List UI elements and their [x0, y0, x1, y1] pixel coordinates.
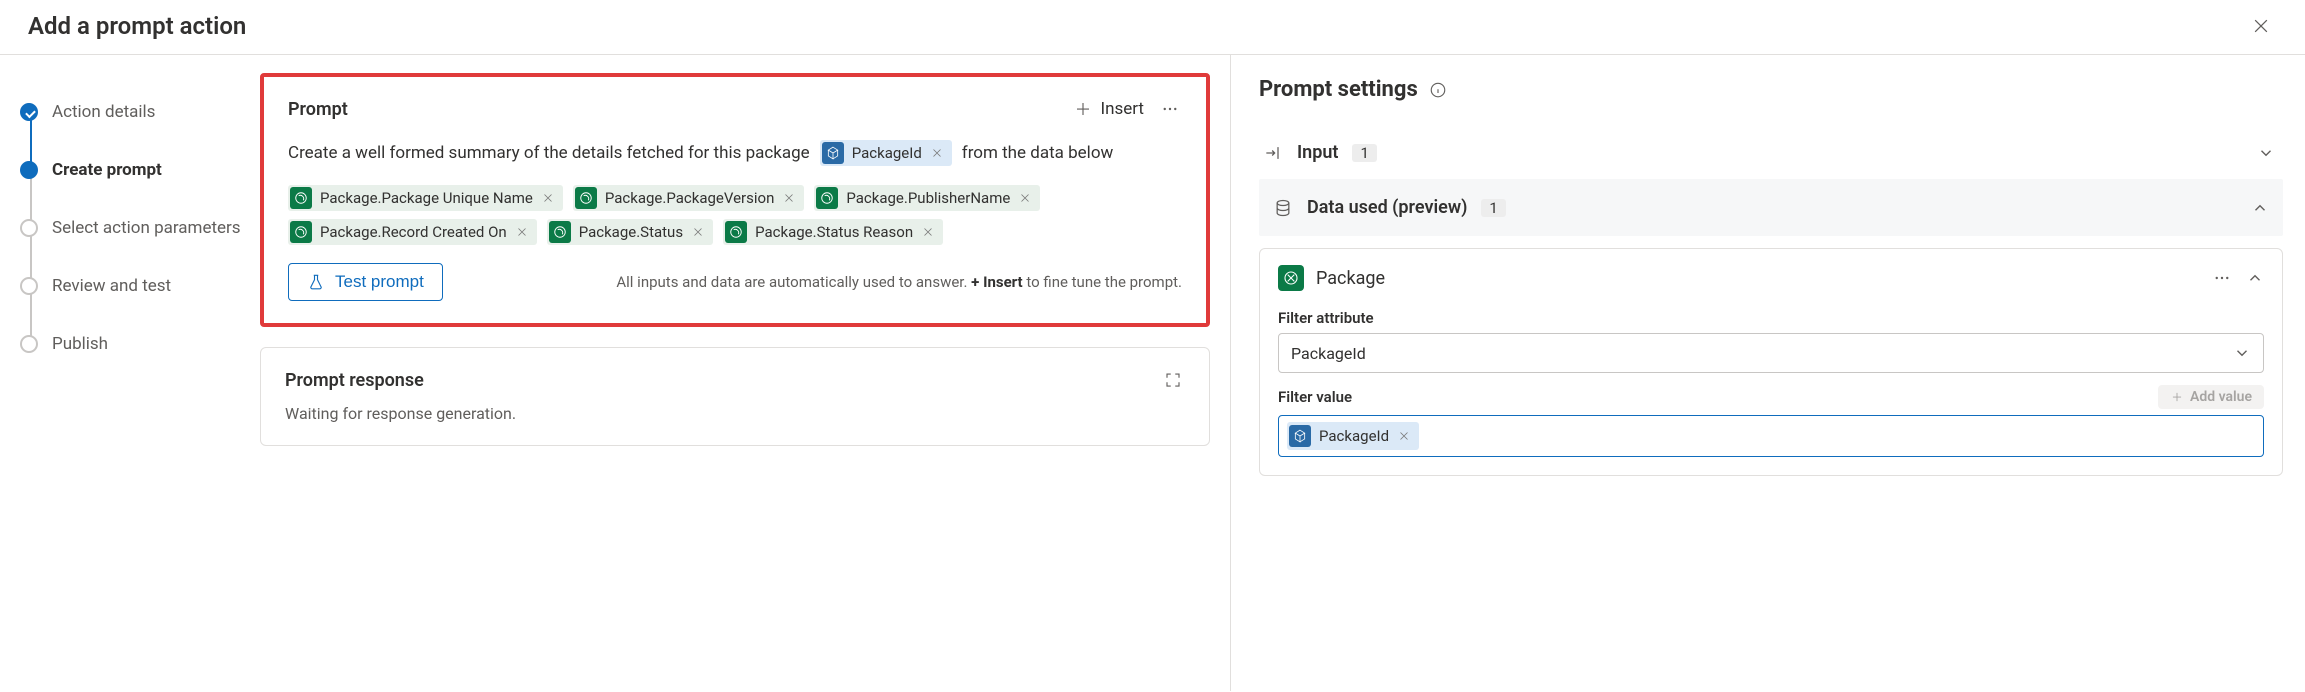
step-indicator-icon: [20, 161, 38, 179]
expand-icon: [1164, 371, 1182, 389]
step-label: Create prompt: [52, 160, 162, 180]
chevron-up-icon[interactable]: [2246, 269, 2264, 287]
expand-button[interactable]: [1161, 368, 1185, 392]
token-label: PackageId: [1319, 427, 1389, 445]
cube-icon: [1293, 429, 1307, 443]
prompt-more-button[interactable]: [1158, 97, 1182, 121]
test-prompt-label: Test prompt: [335, 272, 424, 292]
token-remove-icon[interactable]: [515, 225, 529, 239]
close-icon: [2251, 16, 2271, 36]
table-icon: [1278, 265, 1304, 291]
swirl-icon: [579, 191, 593, 205]
wizard-steps: Action details Create prompt Select action…: [0, 55, 260, 691]
token-label: Package.Package Unique Name: [320, 182, 533, 214]
step-label: Publish: [52, 334, 108, 354]
prompt-body[interactable]: Create a well formed summary of the deta…: [288, 137, 1182, 245]
step-label: Action details: [52, 102, 155, 122]
data-token[interactable]: Package.PublisherName: [814, 185, 1040, 211]
token-label: Package.PublisherName: [846, 182, 1010, 214]
chevron-down-icon: [2233, 344, 2251, 362]
step-indicator-icon: [20, 219, 38, 237]
filter-attribute-label: Filter attribute: [1278, 309, 2264, 327]
input-count: 1: [1352, 144, 1376, 162]
wizard-step[interactable]: Action details: [20, 83, 244, 141]
token-remove-icon[interactable]: [930, 146, 944, 160]
token-label: Package.Record Created On: [320, 216, 507, 248]
wizard-step[interactable]: Publish: [20, 315, 244, 373]
cube-icon: [826, 146, 840, 160]
data-source-more-button[interactable]: [2210, 266, 2234, 290]
data-token[interactable]: Package.PackageVersion: [573, 185, 805, 211]
chevron-down-icon: [2257, 144, 2275, 162]
data-token[interactable]: Package.Package Unique Name: [288, 185, 563, 211]
data-token[interactable]: Package.Record Created On: [288, 219, 537, 245]
database-icon: [1273, 198, 1293, 218]
token-label: Package.Status: [579, 216, 683, 248]
data-used-count: 1: [1481, 199, 1505, 217]
wizard-step[interactable]: Select action parameters: [20, 199, 244, 257]
step-label: Review and test: [52, 276, 171, 296]
swirl-icon: [820, 191, 834, 205]
swirl-icon: [294, 225, 308, 239]
prompt-text: from the data below: [962, 137, 1114, 169]
input-accordion[interactable]: Input 1: [1259, 126, 2283, 179]
token-remove-icon[interactable]: [921, 225, 935, 239]
prompt-card-title: Prompt: [288, 99, 348, 120]
token-remove-icon[interactable]: [782, 191, 796, 205]
response-body: Waiting for response generation.: [285, 404, 1185, 423]
test-prompt-button[interactable]: Test prompt: [288, 263, 443, 301]
filter-attribute-select[interactable]: PackageId: [1278, 333, 2264, 373]
swirl-icon: [294, 191, 308, 205]
step-indicator-icon: [20, 103, 38, 121]
prompt-hint: All inputs and data are automatically us…: [616, 273, 1182, 291]
data-token[interactable]: Package.Status Reason: [723, 219, 943, 245]
token-remove-icon[interactable]: [1397, 429, 1411, 443]
data-token[interactable]: Package.Status: [547, 219, 713, 245]
wizard-step[interactable]: Create prompt: [20, 141, 244, 199]
prompt-settings-panel: Prompt settings Input 1 Data used (previ…: [1230, 55, 2305, 691]
token-label: PackageId: [852, 137, 922, 169]
wizard-step[interactable]: Review and test: [20, 257, 244, 315]
prompt-response-card: Prompt response Waiting for response gen…: [260, 347, 1210, 446]
filter-value-input[interactable]: PackageId: [1278, 415, 2264, 457]
step-indicator-icon: [20, 335, 38, 353]
response-title: Prompt response: [285, 370, 424, 391]
insert-button[interactable]: Insert: [1074, 99, 1144, 119]
swirl-icon: [553, 225, 567, 239]
step-indicator-icon: [20, 277, 38, 295]
close-button[interactable]: [2245, 10, 2277, 42]
plus-icon: [2170, 390, 2184, 404]
token-remove-icon[interactable]: [691, 225, 705, 239]
input-icon: [1263, 143, 1283, 163]
step-label: Select action parameters: [52, 218, 241, 238]
token-label: Package.Status Reason: [755, 216, 913, 248]
add-value-button[interactable]: Add value: [2158, 385, 2264, 409]
inline-token-packageid[interactable]: PackageId: [820, 140, 952, 166]
filter-attribute-value: PackageId: [1291, 344, 1366, 363]
token-remove-icon[interactable]: [541, 191, 555, 205]
panel-title: Prompt settings: [1259, 77, 1418, 102]
beaker-icon: [307, 273, 325, 291]
filter-value-label: Filter value: [1278, 388, 1352, 406]
filter-value-token[interactable]: PackageId: [1287, 422, 1419, 450]
more-icon: [2213, 269, 2231, 287]
package-label: Package: [1316, 268, 1385, 289]
input-label: Input: [1297, 142, 1338, 163]
swirl-icon: [729, 225, 743, 239]
data-used-accordion[interactable]: Data used (preview) 1: [1259, 179, 2283, 236]
data-used-label: Data used (preview): [1307, 197, 1467, 218]
data-source-card: Package Filter attribute PackageId Filte…: [1259, 248, 2283, 476]
plus-icon: [1074, 100, 1092, 118]
prompt-text: Create a well formed summary of the deta…: [288, 137, 810, 169]
insert-label: Insert: [1100, 99, 1144, 119]
chevron-up-icon: [2251, 199, 2269, 217]
token-label: Package.PackageVersion: [605, 182, 775, 214]
page-title: Add a prompt action: [28, 12, 246, 40]
prompt-card: Prompt Insert Create a well formed summa…: [260, 73, 1210, 327]
info-button[interactable]: [1428, 80, 1448, 100]
token-remove-icon[interactable]: [1018, 191, 1032, 205]
info-icon: [1429, 81, 1447, 99]
more-icon: [1161, 100, 1179, 118]
